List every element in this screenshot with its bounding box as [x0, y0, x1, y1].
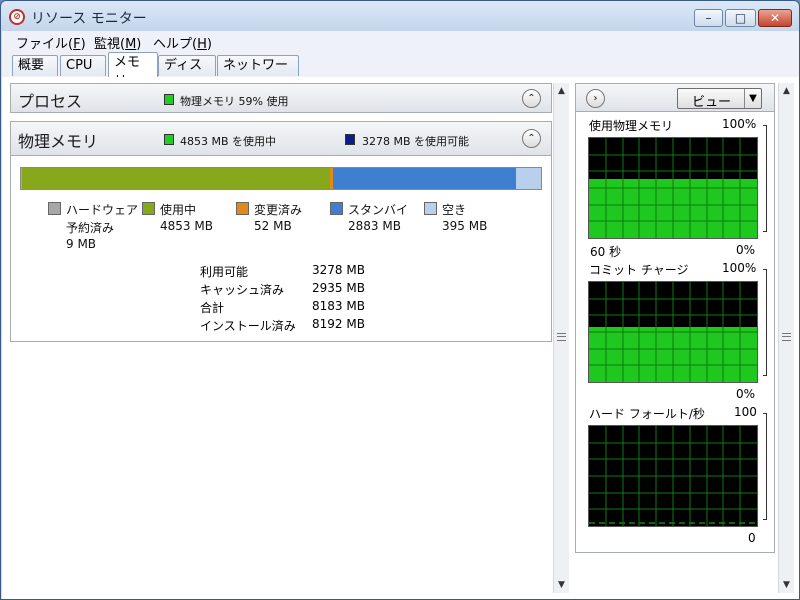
- graph-pane-header: › ビュー ▼: [576, 84, 774, 112]
- graph-commit-charge-min: 0%: [736, 387, 756, 401]
- stat-installed-value: 8192 MB: [312, 317, 365, 331]
- memory-bar-segment-in-use: [21, 168, 330, 189]
- graph-commit-charge-plot: [588, 281, 758, 383]
- graph-commit-charge-scale: [763, 269, 767, 376]
- scroll-grip-icon[interactable]: [782, 333, 791, 341]
- memory-section-header[interactable]: 物理メモリ 4853 MB を使用中 3278 MB を使用可能 ⌃: [10, 121, 552, 156]
- tab-memory[interactable]: メモリ: [108, 52, 158, 89]
- content-area: プロセス 物理メモリ 59% 使用 ⌃ 物理メモリ 4853 MB を使用中 3…: [2, 77, 799, 599]
- legend-modified-label: 変更済み: [254, 203, 303, 217]
- scroll-down-icon[interactable]: ▼: [554, 577, 569, 593]
- tab-network[interactable]: ネットワーク: [217, 55, 299, 92]
- memory-section-body: ハードウェア 予約済み 9 MB 使用中 4853 MB 変更済み 52 MB …: [10, 156, 552, 342]
- graph-hard-faults-plot: [588, 425, 758, 527]
- available-swatch: [345, 134, 355, 145]
- resource-monitor-window: ⊘ リソース モニター – □ ✕ ファイル(F) 監視(M) ヘルプ(H) 概…: [0, 0, 800, 600]
- graph-hard-faults-scale: [763, 413, 767, 520]
- scroll-down-icon[interactable]: ▼: [779, 577, 794, 593]
- menu-bar: ファイル(F) 監視(M) ヘルプ(H): [2, 31, 799, 52]
- chevron-right-icon[interactable]: ›: [586, 89, 605, 108]
- tab-disk[interactable]: ディスク: [158, 55, 216, 92]
- stat-total-label: 合計: [200, 301, 225, 315]
- memory-bar-segment-standby: [332, 168, 516, 189]
- legend-in-use-label: 使用中: [160, 203, 197, 217]
- view-button[interactable]: ビュー ▼: [677, 88, 762, 110]
- legend-modified-value: 52 MB: [254, 219, 292, 233]
- graph-physical-memory-plot: [588, 137, 758, 239]
- scroll-grip-icon[interactable]: [557, 333, 566, 341]
- legend-standby-label: スタンバイ: [348, 203, 409, 217]
- process-summary-swatch: [164, 94, 174, 105]
- scroll-up-icon[interactable]: ▲: [779, 83, 794, 99]
- left-pane-scrollbar[interactable]: ▲ ▼: [553, 83, 569, 593]
- graph-hard-faults-max: 100: [734, 405, 757, 419]
- stat-total-value: 8183 MB: [312, 299, 365, 313]
- graph-commit-charge: コミット チャージ 100% 0%: [576, 261, 774, 401]
- collapse-memory-icon[interactable]: ⌃: [522, 129, 541, 148]
- stat-cached-label: キャッシュ済み: [200, 283, 285, 297]
- view-button-label: ビュー: [692, 95, 732, 110]
- legend-free-label: 空き: [442, 203, 467, 217]
- menu-help[interactable]: ヘルプ(H): [153, 33, 212, 52]
- graph-hard-faults-title: ハード フォールト/秒: [589, 407, 705, 421]
- title-bar[interactable]: ⊘ リソース モニター – □ ✕: [1, 1, 799, 31]
- graph-physical-memory-min: 0%: [736, 243, 756, 257]
- collapse-process-icon[interactable]: ⌃: [522, 89, 541, 108]
- graph-physical-memory-title: 使用物理メモリ: [589, 119, 674, 133]
- in-use-summary: 4853 MB を使用中: [180, 135, 277, 148]
- tab-cpu[interactable]: CPU: [60, 55, 106, 76]
- tab-row: 概要 CPU メモリ ディスク ネットワーク: [2, 51, 799, 92]
- legend-standby-swatch: [330, 202, 343, 215]
- legend-hardware-reserved-swatch: [48, 202, 61, 215]
- close-button[interactable]: ✕: [758, 9, 792, 27]
- stat-available-value: 3278 MB: [312, 263, 365, 277]
- graph-commit-charge-max: 100%: [722, 261, 757, 275]
- tab-overview[interactable]: 概要: [12, 55, 58, 76]
- legend-in-use-value: 4853 MB: [160, 219, 213, 233]
- legend-standby-value: 2883 MB: [348, 219, 401, 233]
- graph-pane-scrollbar[interactable]: ▲ ▼: [778, 83, 794, 593]
- process-section-title: プロセス: [18, 92, 83, 111]
- process-summary: 物理メモリ 59% 使用: [180, 95, 289, 108]
- legend-free-swatch: [424, 202, 437, 215]
- available-summary: 3278 MB を使用可能: [362, 135, 470, 148]
- scroll-up-icon[interactable]: ▲: [554, 83, 569, 99]
- legend-in-use-swatch: [142, 202, 155, 215]
- graph-hard-faults: ハード フォールト/秒 100 0: [576, 405, 774, 545]
- left-pane: プロセス 物理メモリ 59% 使用 ⌃ 物理メモリ 4853 MB を使用中 3…: [10, 83, 552, 593]
- stat-installed-label: インストール済み: [200, 319, 296, 333]
- dropdown-arrow-icon[interactable]: ▼: [744, 89, 761, 108]
- stat-available-label: 利用可能: [200, 265, 249, 279]
- stat-cached-value: 2935 MB: [312, 281, 365, 295]
- memory-section-title: 物理メモリ: [18, 132, 99, 151]
- process-section-header[interactable]: プロセス 物理メモリ 59% 使用 ⌃: [10, 83, 552, 113]
- memory-usage-bar: [20, 167, 542, 190]
- memory-bar-segment-free: [515, 168, 541, 189]
- graph-physical-memory-timespan: 60 秒: [590, 245, 622, 259]
- legend-hardware-reserved-label2: 予約済み: [66, 221, 115, 235]
- graph-pane: › ビュー ▼ 使用物理メモリ 100% 60 秒 0% コミット チャージ 1…: [575, 83, 775, 553]
- maximize-button[interactable]: □: [725, 9, 756, 27]
- legend-hardware-reserved-value: 9 MB: [66, 237, 97, 251]
- graph-physical-memory: 使用物理メモリ 100% 60 秒 0%: [576, 117, 774, 262]
- menu-monitor[interactable]: 監視(M): [94, 33, 141, 52]
- graph-physical-memory-scale: [763, 125, 767, 232]
- legend-hardware-reserved-label: ハードウェア: [66, 203, 139, 217]
- menu-file[interactable]: ファイル(F): [16, 33, 86, 52]
- legend-modified-swatch: [236, 202, 249, 215]
- minimize-button[interactable]: –: [694, 9, 723, 27]
- legend-free-value: 395 MB: [442, 219, 488, 233]
- in-use-swatch: [164, 134, 174, 145]
- window-title: リソース モニター: [31, 11, 147, 27]
- resource-monitor-icon: ⊘: [9, 9, 25, 25]
- graph-hard-faults-min: 0: [748, 531, 756, 545]
- graph-commit-charge-title: コミット チャージ: [589, 263, 689, 277]
- graph-physical-memory-max: 100%: [722, 117, 757, 131]
